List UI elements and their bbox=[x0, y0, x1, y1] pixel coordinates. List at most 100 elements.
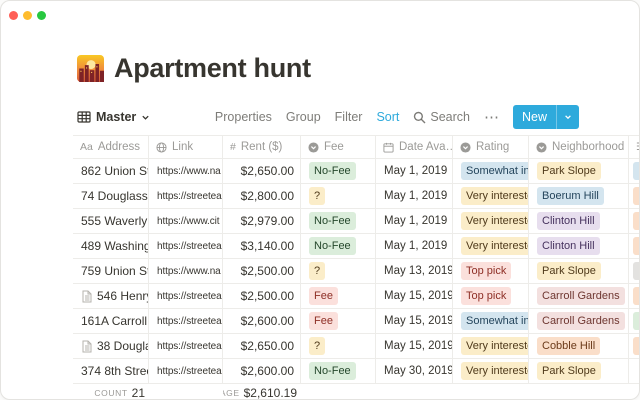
overflow-cell[interactable] bbox=[629, 184, 640, 209]
overflow-cell[interactable] bbox=[629, 234, 640, 259]
close-window-button[interactable] bbox=[9, 11, 18, 20]
date-cell[interactable]: May 15, 2019 bbox=[376, 309, 453, 334]
page-title[interactable]: Apartment hunt bbox=[114, 53, 311, 84]
rent-cell[interactable]: $2,800.00 bbox=[223, 184, 301, 209]
date-cell[interactable]: May 15, 2019 bbox=[376, 284, 453, 309]
neighborhood-cell[interactable]: Carroll Gardens bbox=[529, 284, 629, 309]
new-button[interactable]: New bbox=[513, 105, 579, 129]
toolbar-item-properties[interactable]: Properties bbox=[215, 110, 272, 124]
date-cell[interactable]: May 13, 2019 bbox=[376, 259, 453, 284]
rating-cell[interactable]: Somewhat interested bbox=[453, 159, 529, 184]
rent-cell[interactable]: $2,650.00 bbox=[223, 159, 301, 184]
count-calculation[interactable]: COUNT21 bbox=[73, 384, 149, 400]
rent-cell[interactable]: $2,600.00 bbox=[223, 359, 301, 384]
overflow-cell[interactable] bbox=[629, 309, 640, 334]
link-cell[interactable]: https://streetea bbox=[149, 184, 223, 209]
rating-cell[interactable]: Somewhat interested bbox=[453, 309, 529, 334]
overflow-cell[interactable] bbox=[629, 209, 640, 234]
fee-cell[interactable]: No-Fee bbox=[301, 359, 376, 384]
new-button-chevron-down-icon[interactable] bbox=[556, 105, 579, 129]
date-cell[interactable]: May 1, 2019 bbox=[376, 209, 453, 234]
toolbar-item-filter[interactable]: Filter bbox=[335, 110, 363, 124]
link-cell[interactable]: https://streetea bbox=[149, 234, 223, 259]
fee-cell[interactable]: ? bbox=[301, 259, 376, 284]
neighborhood-cell[interactable]: Boerum Hill bbox=[529, 184, 629, 209]
neighborhood-cell[interactable]: Park Slope bbox=[529, 359, 629, 384]
rating-cell[interactable]: Top pick bbox=[453, 284, 529, 309]
link-cell[interactable]: https://streetea bbox=[149, 284, 223, 309]
rent-cell[interactable]: $2,979.00 bbox=[223, 209, 301, 234]
date-cell[interactable]: May 1, 2019 bbox=[376, 184, 453, 209]
link-cell[interactable]: https://streetea bbox=[149, 334, 223, 359]
address-cell[interactable]: 161A Carroll St bbox=[73, 309, 149, 334]
link-cell[interactable]: https://www.na bbox=[149, 259, 223, 284]
fee-cell[interactable]: No-Fee bbox=[301, 234, 376, 259]
column-header-overflow[interactable]: ☰ bbox=[629, 135, 640, 159]
link-cell[interactable]: https://www.na bbox=[149, 159, 223, 184]
date-cell[interactable]: May 1, 2019 bbox=[376, 159, 453, 184]
cityscape-at-dusk-icon[interactable] bbox=[77, 55, 104, 82]
column-header-rent-[interactable]: #Rent ($) bbox=[223, 135, 301, 159]
rating-cell[interactable]: Very interested bbox=[453, 184, 529, 209]
link-cell[interactable]: https://streetea bbox=[149, 309, 223, 334]
address-cell[interactable]: 759 Union Stre bbox=[73, 259, 149, 284]
address-cell[interactable]: 546 Henry bbox=[73, 284, 149, 309]
column-header-address[interactable]: AaAddress bbox=[73, 135, 149, 159]
fee-cell[interactable]: Fee bbox=[301, 284, 376, 309]
rating-cell[interactable]: Very interested bbox=[453, 359, 529, 384]
column-header-neighborhood[interactable]: Neighborhood bbox=[529, 135, 629, 159]
overflow-cell[interactable] bbox=[629, 284, 640, 309]
overflow-cell[interactable] bbox=[629, 259, 640, 284]
window-controls bbox=[9, 11, 46, 20]
address-cell[interactable]: 489 Washingto bbox=[73, 234, 149, 259]
address-cell[interactable]: 555 Waverly A bbox=[73, 209, 149, 234]
neighborhood-cell[interactable]: Cobble Hill bbox=[529, 334, 629, 359]
overflow-cell[interactable] bbox=[629, 359, 640, 384]
date-cell[interactable]: May 30, 2019 bbox=[376, 359, 453, 384]
minimize-window-button[interactable] bbox=[23, 11, 32, 20]
rent-cell[interactable]: $3,140.00 bbox=[223, 234, 301, 259]
table-row: 862 Union Strehttps://www.na$2,650.00No-… bbox=[73, 159, 640, 184]
address-cell[interactable]: 862 Union Stre bbox=[73, 159, 149, 184]
neighborhood-cell[interactable]: Clinton Hill bbox=[529, 209, 629, 234]
more-options-icon[interactable]: ⋯ bbox=[484, 110, 499, 125]
overflow-cell[interactable] bbox=[629, 159, 640, 184]
clipped-tag bbox=[633, 162, 640, 180]
rating-cell[interactable]: Very interested bbox=[453, 334, 529, 359]
search-control[interactable]: Search bbox=[413, 110, 470, 124]
fee-cell[interactable]: No-Fee bbox=[301, 209, 376, 234]
toolbar-item-sort[interactable]: Sort bbox=[376, 110, 399, 124]
rating-cell[interactable]: Very interested bbox=[453, 209, 529, 234]
neighborhood-cell[interactable]: Carroll Gardens bbox=[529, 309, 629, 334]
rating-cell[interactable]: Top pick bbox=[453, 259, 529, 284]
rent-cell[interactable]: $2,600.00 bbox=[223, 309, 301, 334]
view-switcher[interactable]: Master bbox=[77, 110, 150, 124]
select-tag: Fee bbox=[309, 312, 338, 330]
rent-cell[interactable]: $2,500.00 bbox=[223, 259, 301, 284]
fee-cell[interactable]: Fee bbox=[301, 309, 376, 334]
average-calculation[interactable]: AVERAGE$2,610.19 bbox=[223, 384, 301, 400]
date-cell[interactable]: May 1, 2019 bbox=[376, 234, 453, 259]
date-cell[interactable]: May 15, 2019 bbox=[376, 334, 453, 359]
rent-cell[interactable]: $2,650.00 bbox=[223, 334, 301, 359]
rating-cell[interactable]: Very interested bbox=[453, 234, 529, 259]
rent-cell[interactable]: $2,500.00 bbox=[223, 284, 301, 309]
address-cell[interactable]: 38 Douglas bbox=[73, 334, 149, 359]
neighborhood-cell[interactable]: Clinton Hill bbox=[529, 234, 629, 259]
fee-cell[interactable]: No-Fee bbox=[301, 159, 376, 184]
column-header-rating[interactable]: Rating bbox=[453, 135, 529, 159]
overflow-cell[interactable] bbox=[629, 334, 640, 359]
column-header-link[interactable]: Link bbox=[149, 135, 223, 159]
link-cell[interactable]: https://www.cit bbox=[149, 209, 223, 234]
fee-cell[interactable]: ? bbox=[301, 184, 376, 209]
fee-cell[interactable]: ? bbox=[301, 334, 376, 359]
neighborhood-cell[interactable]: Park Slope bbox=[529, 159, 629, 184]
zoom-window-button[interactable] bbox=[37, 11, 46, 20]
neighborhood-cell[interactable]: Park Slope bbox=[529, 259, 629, 284]
address-cell[interactable]: 74 Douglass St bbox=[73, 184, 149, 209]
address-cell[interactable]: 374 8th Street bbox=[73, 359, 149, 384]
column-header-date-ava-[interactable]: Date Ava… bbox=[376, 135, 453, 159]
column-header-fee[interactable]: Fee bbox=[301, 135, 376, 159]
link-cell[interactable]: https://streetea bbox=[149, 359, 223, 384]
toolbar-item-group[interactable]: Group bbox=[286, 110, 321, 124]
